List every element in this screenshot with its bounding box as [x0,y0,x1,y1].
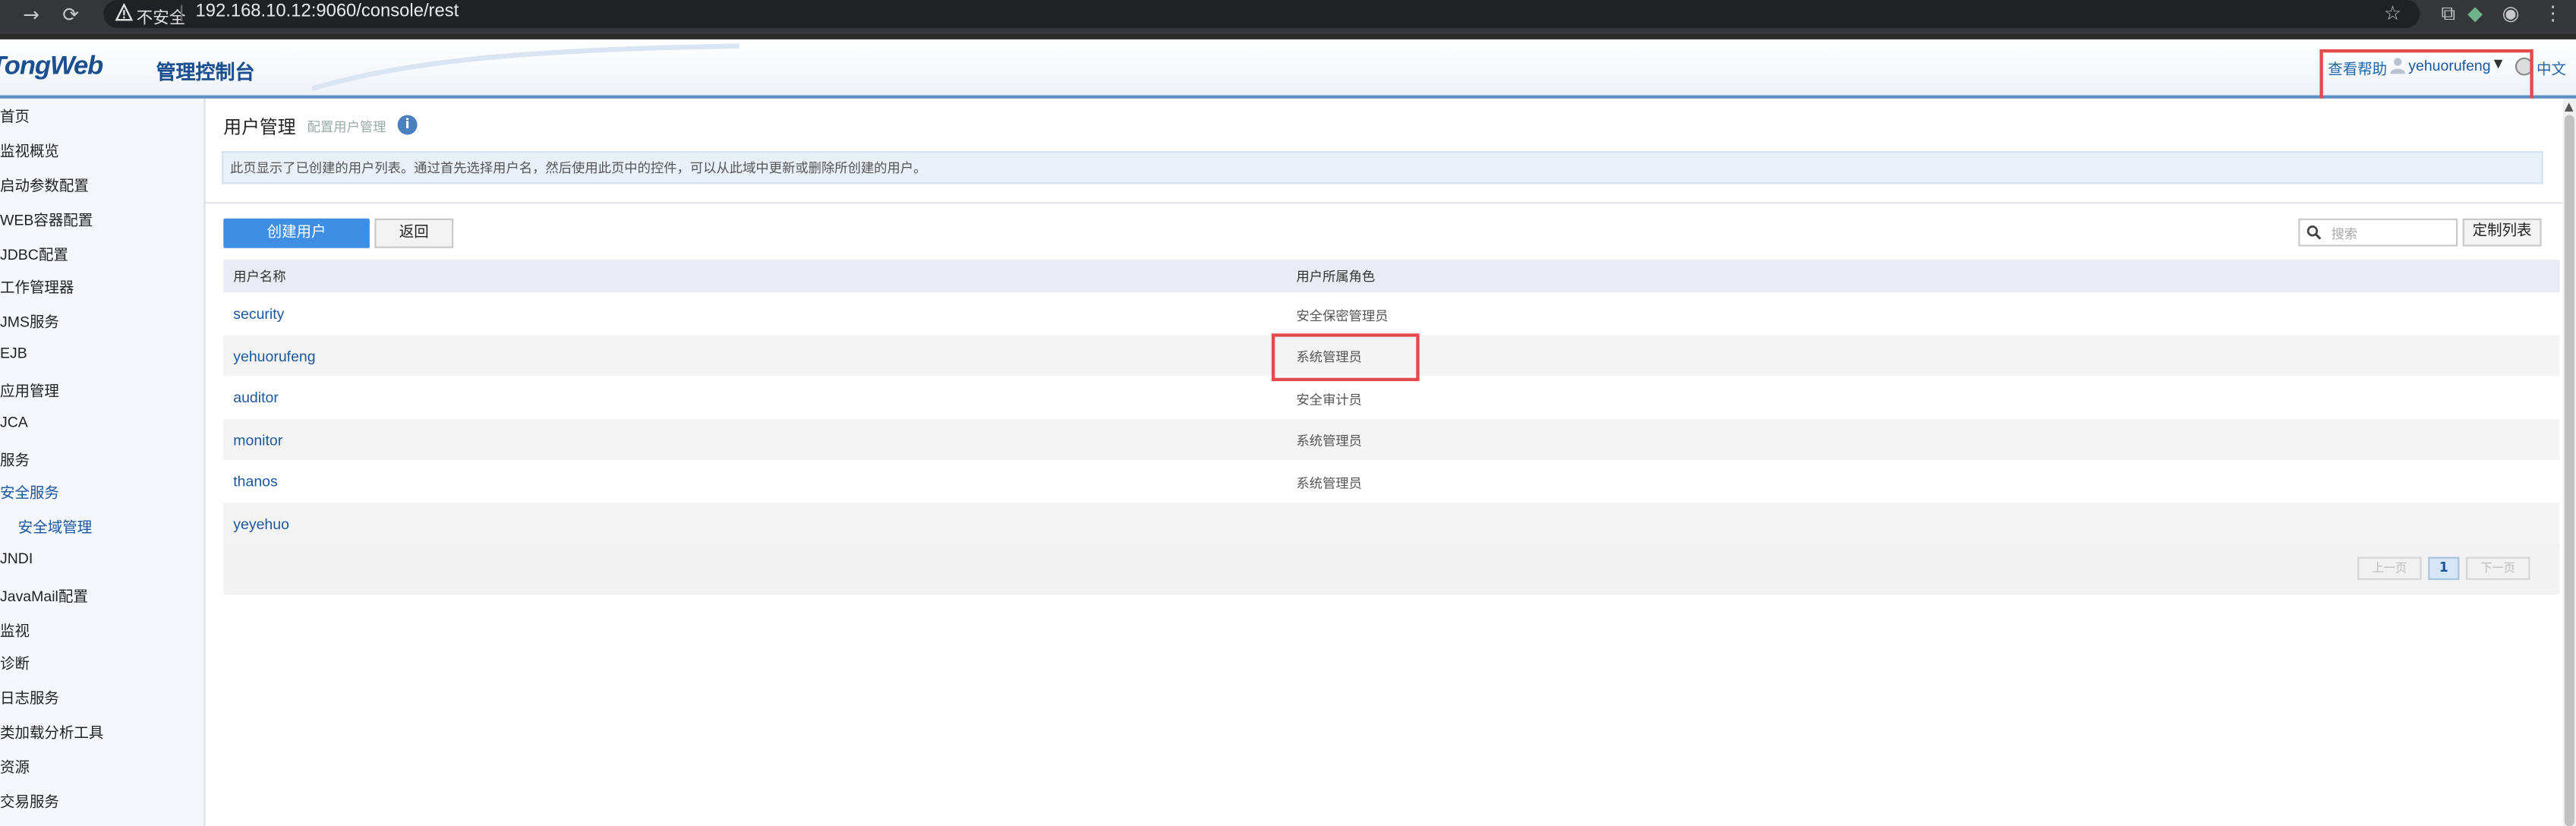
extensions-icon[interactable]: ⧉ [2442,2,2456,26]
security-label[interactable]: 不安全 [137,3,186,28]
table-row [223,292,2559,333]
customize-columns-button[interactable]: 定制列表 [2462,218,2542,247]
sidebar-item-security-services[interactable]: 安全服务 [0,481,59,503]
next-page-button[interactable]: 下一页 [2466,556,2530,580]
column-header-role[interactable]: 用户所属角色 [1296,268,1375,286]
description-text: 此页显示了已创建的用户列表。通过首先选择用户名，然后使用此页中的控件，可以从此域… [229,161,927,176]
bookmark-star-icon[interactable]: ☆ [2384,2,2401,24]
table-row [223,460,2559,501]
sidebar-item-web-container[interactable]: WEB容器配置 [0,209,93,230]
browser-divider [0,33,2576,39]
sidebar-item-javamail[interactable]: JavaMail配置 [0,585,88,606]
sidebar-item-app-management[interactable]: 应用管理 [0,380,59,401]
table-row [223,418,2560,460]
table-header [223,259,2560,293]
user-link[interactable]: thanos [233,473,277,490]
page-title: 用户管理 [223,116,296,138]
user-link[interactable]: security [233,305,284,322]
tongweb-logo: TongWeb [0,52,103,81]
sidebar-item-ejb[interactable]: EJB [0,345,27,361]
role-cell: 系统管理员 [1296,433,1362,449]
sidebar-item-diagnostics[interactable]: 诊断 [0,652,30,673]
sidebar-item-classloader-tool[interactable]: 类加载分析工具 [0,721,103,742]
sidebar-item-transaction-service[interactable]: 交易服务 [0,790,59,812]
logo-subtitle: 管理控制台 [156,61,255,84]
sidebar-item-log-service[interactable]: 日志服务 [0,687,59,708]
user-link[interactable]: auditor [233,389,279,406]
url-text[interactable]: 192.168.10.12:9060/console/rest [196,2,459,21]
back-button[interactable]: 返回 [374,218,454,248]
table-row [223,503,2560,544]
create-user-button[interactable]: 创建用户 [223,218,370,248]
sidebar-item-monitor-overview[interactable]: 监视概览 [0,140,59,161]
sidebar-item-monitoring[interactable]: 监视 [0,620,30,641]
warning-icon[interactable] [115,3,134,21]
highlight-box-role [1271,333,1420,382]
scrollbar-thumb[interactable] [2564,115,2574,826]
sidebar-item-resources[interactable]: 资源 [0,755,30,777]
prev-page-button[interactable]: 上一页 [2357,556,2422,580]
search-icon [2306,225,2322,240]
profile-icon[interactable]: ◉ [2502,2,2520,24]
current-page[interactable]: 1 [2428,556,2460,580]
url-divider [181,5,183,22]
info-icon[interactable]: i [397,115,418,135]
sidebar-item-services[interactable]: 服务 [0,449,30,470]
sidebar-item-security-domain[interactable]: 安全域管理 [18,515,92,537]
sidebar-item-startup-params[interactable]: 启动参数配置 [0,174,89,195]
sidebar-item-work-manager[interactable]: 工作管理器 [0,276,74,298]
search-input[interactable] [2298,218,2458,247]
more-menu-icon[interactable]: ⋮ [2543,2,2563,24]
sidebar-item-jca[interactable]: JCA [0,414,28,430]
role-cell: 安全审计员 [1296,393,1362,408]
search-placeholder: 搜索 [2331,226,2358,242]
sidebar-item-jndi[interactable]: JNDI [0,550,33,567]
role-cell: 安全保密管理员 [1296,308,1389,324]
sidebar-item-jms[interactable]: JMS服务 [0,311,59,332]
role-cell: 系统管理员 [1296,476,1362,492]
header-swoosh [312,43,739,91]
divider [205,202,2563,204]
forward-icon[interactable]: → [23,2,39,28]
sidebar [0,98,206,826]
user-link[interactable]: monitor [233,432,282,449]
extension-app-icon[interactable]: ◆ [2467,2,2483,24]
column-header-username[interactable]: 用户名称 [233,268,285,286]
reload-icon[interactable]: ⟳ [62,2,79,28]
user-link[interactable]: yehuorufeng [233,348,315,365]
scroll-up-icon[interactable]: ▲ [2565,100,2574,113]
pagination-bar [223,544,2560,595]
page-subtitle: 配置用户管理 [307,119,386,135]
sidebar-item-jdbc[interactable]: JDBC配置 [0,243,68,264]
sidebar-item-home[interactable]: 首页 [0,105,30,126]
language-switch[interactable]: 中文 [2537,58,2566,79]
user-link[interactable]: yeyehuo [233,515,289,532]
table-row [223,377,2559,418]
